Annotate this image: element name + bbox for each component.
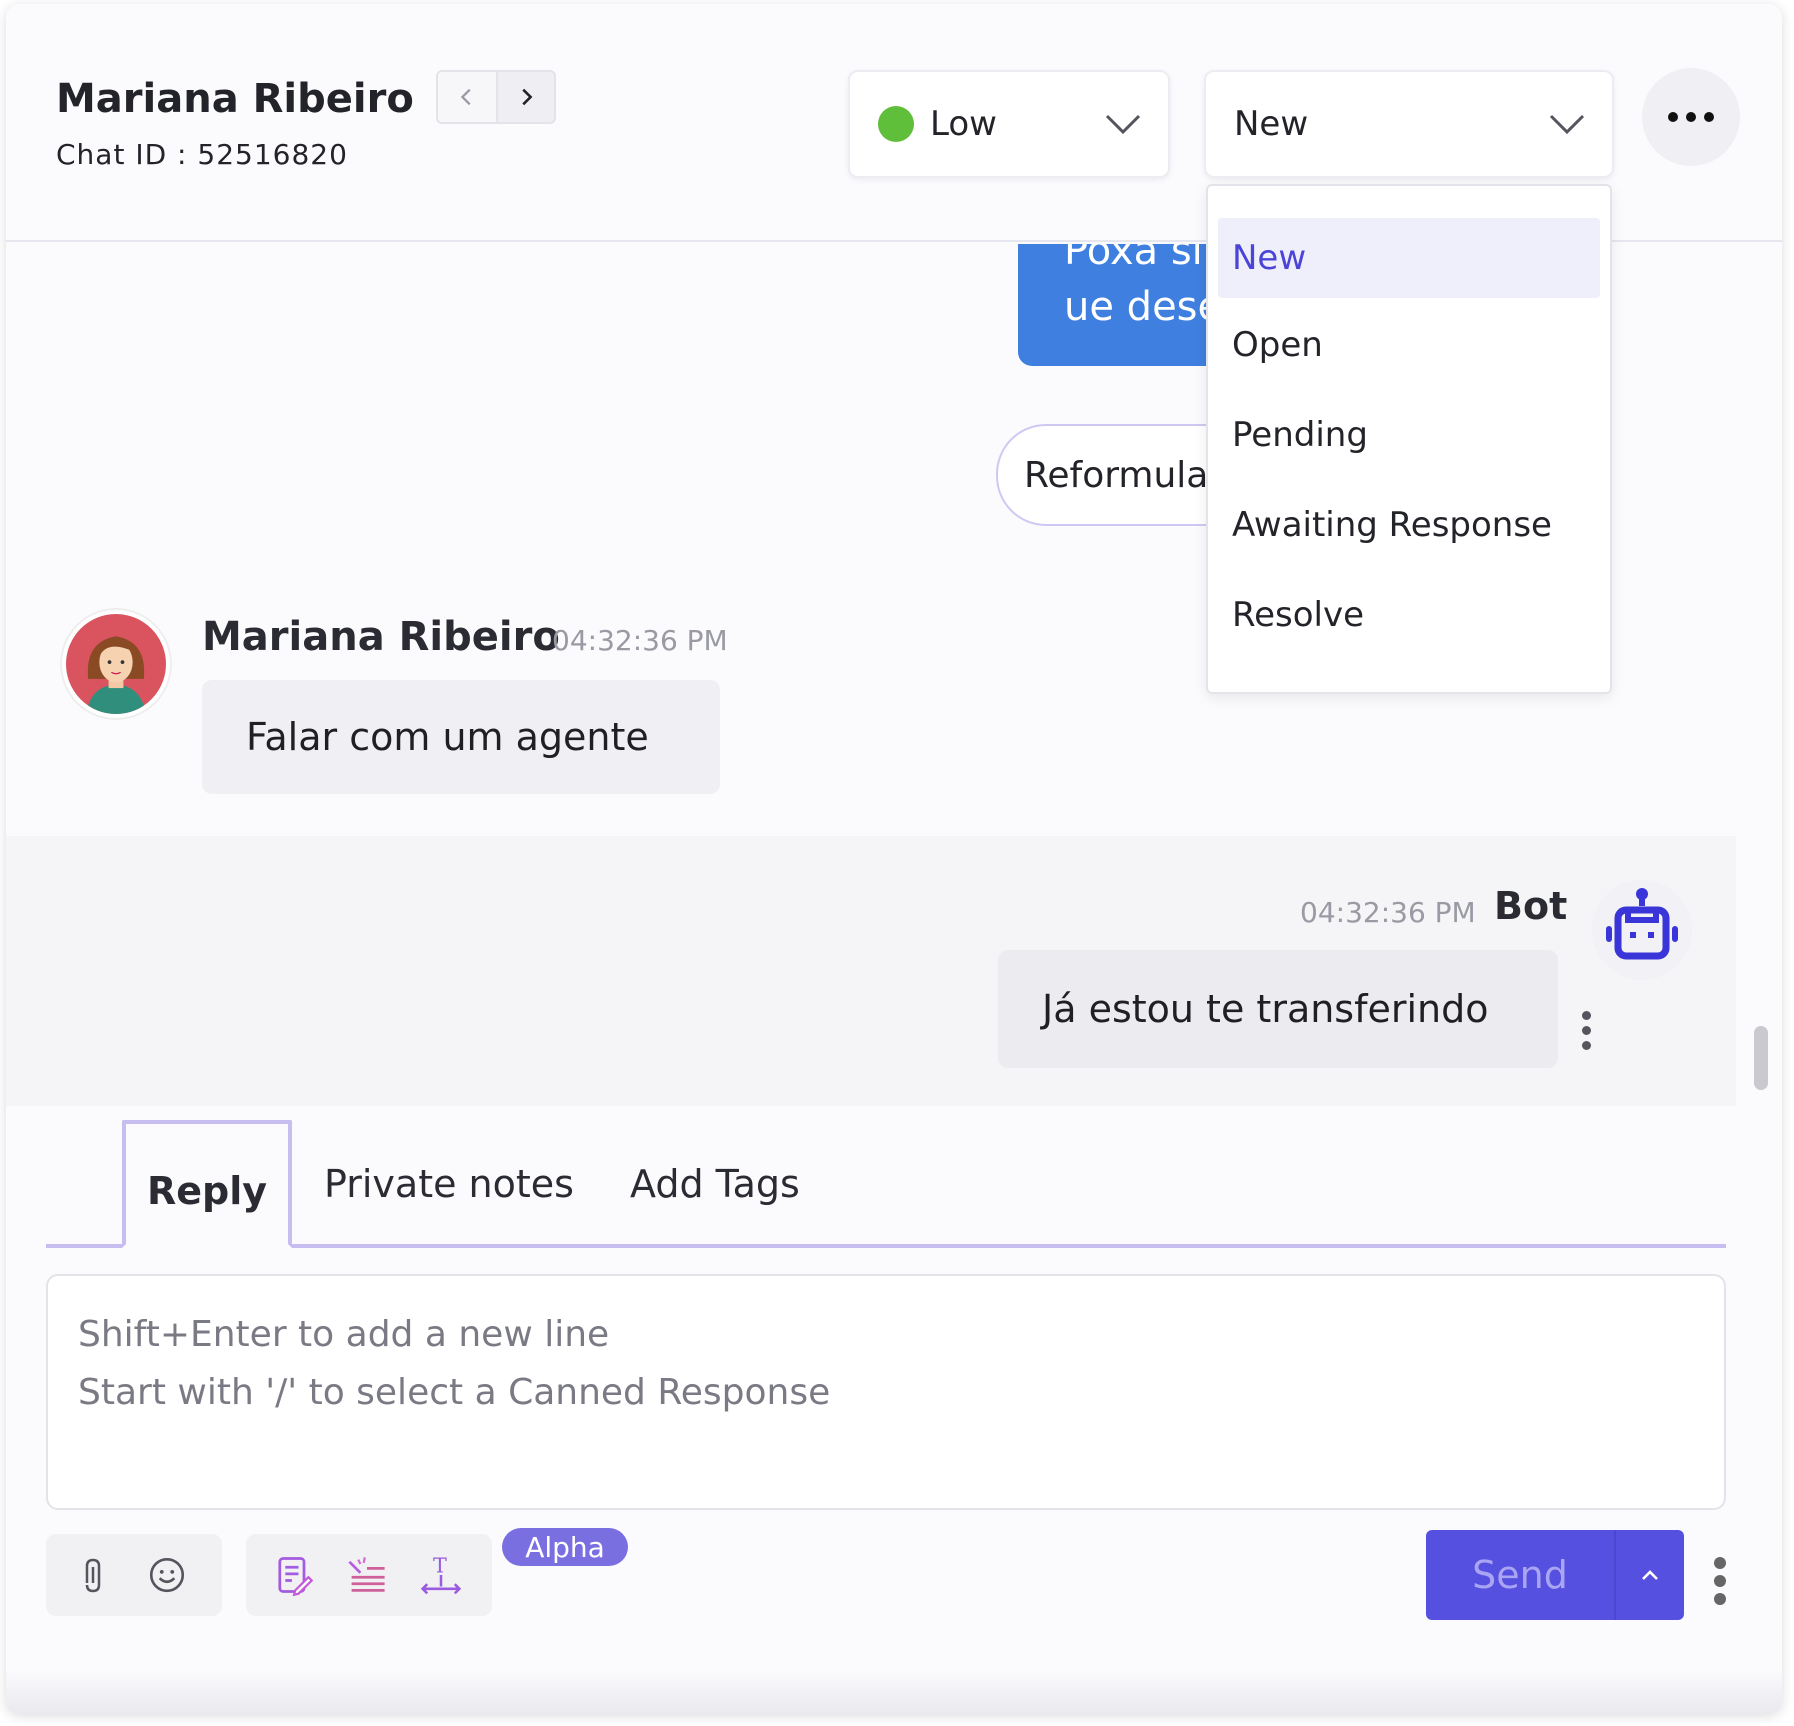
priority-value: Low xyxy=(930,104,997,144)
priority-select[interactable]: Low xyxy=(848,70,1170,178)
chevron-right-icon xyxy=(522,88,533,106)
user-message-bubble: Falar com um agente xyxy=(202,680,720,794)
message-timestamp: 04:32:36 PM xyxy=(1300,896,1476,929)
robot-icon xyxy=(1606,888,1678,960)
status-option-awaiting-response[interactable]: Awaiting Response xyxy=(1218,482,1600,568)
paperclip-icon[interactable] xyxy=(66,1548,120,1602)
more-options-button[interactable] xyxy=(1642,68,1740,166)
previous-chat-button[interactable] xyxy=(436,70,496,124)
bot-avatar xyxy=(1592,880,1692,980)
chevron-up-icon xyxy=(1642,1570,1658,1580)
status-dropdown-menu: New Open Pending Awaiting Response Resol… xyxy=(1206,184,1612,694)
status-option-resolve[interactable]: Resolve xyxy=(1218,572,1600,658)
composer-tabs: Reply Private notes Add Tags xyxy=(46,1120,1726,1248)
avatar xyxy=(62,610,170,718)
sender-name: Bot xyxy=(1494,884,1568,928)
agent-message-line: ue dese xyxy=(1064,284,1223,330)
user-avatar-icon xyxy=(86,636,146,714)
magic-lines-icon[interactable] xyxy=(340,1548,394,1602)
svg-text:T: T xyxy=(433,1554,447,1578)
tabs-divider xyxy=(46,1244,1726,1248)
ellipsis-icon xyxy=(1668,112,1678,122)
alpha-badge: Alpha xyxy=(502,1528,628,1566)
document-pen-icon[interactable] xyxy=(266,1548,320,1602)
agent-message-line: Poxa si xyxy=(1064,244,1203,274)
scrollbar-thumb[interactable] xyxy=(1754,1026,1768,1090)
tab-private-notes[interactable]: Private notes xyxy=(324,1120,574,1248)
tab-add-tags[interactable]: Add Tags xyxy=(630,1120,800,1248)
smiley-icon[interactable] xyxy=(140,1548,194,1602)
chevron-down-icon xyxy=(1105,114,1141,135)
tab-reply[interactable]: Reply xyxy=(122,1120,292,1248)
next-chat-button[interactable] xyxy=(496,70,556,124)
status-value: New xyxy=(1234,104,1309,144)
chat-panel: Mariana Ribeiro Chat ID : 52516820 Low N… xyxy=(6,4,1782,1714)
contact-name: Mariana Ribeiro xyxy=(56,76,414,122)
text-expand-icon[interactable]: T xyxy=(414,1548,468,1602)
status-option-new[interactable]: New xyxy=(1218,218,1600,298)
priority-indicator xyxy=(878,106,914,142)
composer-more-icon[interactable] xyxy=(1714,1554,1726,1608)
chat-id: Chat ID : 52516820 xyxy=(56,138,348,171)
input-placeholder-line: Shift+Enter to add a new line xyxy=(78,1314,610,1355)
chevron-left-icon xyxy=(460,88,471,106)
chevron-down-icon xyxy=(1549,114,1585,135)
status-option-open[interactable]: Open xyxy=(1218,302,1600,388)
ai-toolbar: T xyxy=(246,1534,492,1616)
input-placeholder-line: Start with '/' to select a Canned Respon… xyxy=(78,1372,831,1413)
send-button[interactable]: Send xyxy=(1426,1530,1616,1620)
send-button-group: Send xyxy=(1426,1530,1684,1620)
message-timestamp: 04:32:36 PM xyxy=(552,624,728,657)
message-input[interactable]: Shift+Enter to add a new line Start with… xyxy=(46,1274,1726,1510)
message-actions-icon[interactable] xyxy=(1582,1008,1591,1053)
send-options-button[interactable] xyxy=(1616,1530,1684,1620)
chat-navigation xyxy=(436,70,556,124)
status-select[interactable]: New xyxy=(1204,70,1614,178)
sender-name: Mariana Ribeiro xyxy=(202,614,560,660)
status-option-pending[interactable]: Pending xyxy=(1218,392,1600,478)
bot-message-bubble: Já estou te transferindo xyxy=(998,950,1558,1068)
agent-message-bubble: Poxa si ue dese xyxy=(1018,244,1238,366)
attachment-toolbar xyxy=(46,1534,222,1616)
panel-footer xyxy=(6,1670,1782,1714)
